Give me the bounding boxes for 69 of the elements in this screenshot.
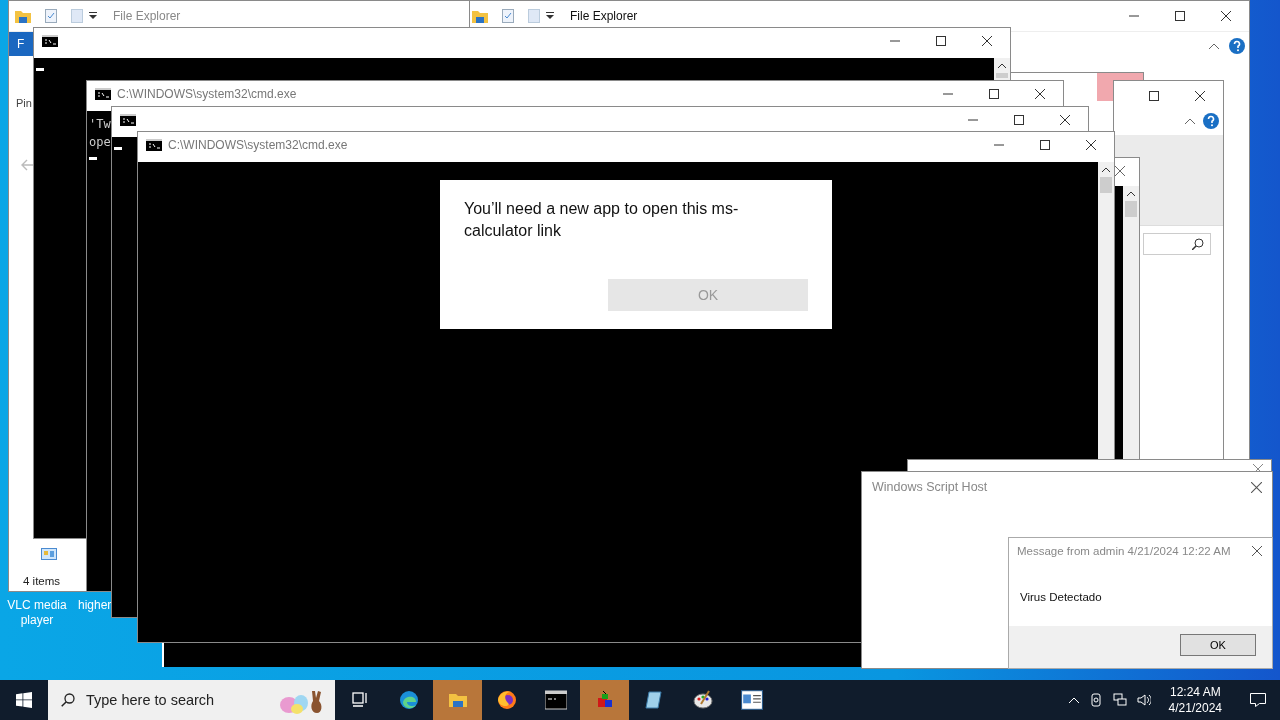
- window-title: C:\WINDOWS\system32\cmd.exe: [168, 138, 348, 152]
- window-icon: [740, 690, 763, 710]
- globe-icon: [495, 690, 518, 710]
- text-cursor: [36, 68, 44, 71]
- palette-icon: [691, 690, 714, 710]
- close-icon[interactable]: [1221, 11, 1231, 21]
- search-icon: [61, 693, 75, 707]
- text-cursor: [89, 157, 97, 160]
- window-title: Windows Script Host: [872, 480, 988, 494]
- status-bar-text: 4 items: [23, 575, 61, 587]
- speaker-icon[interactable]: [1136, 693, 1151, 707]
- close-icon[interactable]: [1115, 166, 1125, 176]
- maximize-icon[interactable]: [1175, 11, 1185, 21]
- text-cursor: [114, 147, 122, 150]
- scroll-thumb[interactable]: [1125, 201, 1137, 217]
- ribbon-label[interactable]: Pin: [16, 97, 32, 109]
- maximize-icon[interactable]: [1040, 140, 1050, 150]
- close-icon[interactable]: [1060, 115, 1070, 125]
- console-icon: [95, 88, 111, 100]
- checkmark-icon[interactable]: [45, 9, 57, 23]
- console-output: 'Tw: [89, 116, 111, 133]
- device-icon[interactable]: [1088, 693, 1103, 707]
- console-output: ope: [89, 134, 111, 151]
- close-icon[interactable]: [982, 36, 992, 46]
- scroll-thumb[interactable]: [996, 73, 1008, 78]
- notepad-icon: [642, 690, 665, 710]
- dropdown-icon[interactable]: [546, 12, 554, 20]
- help-icon[interactable]: [1229, 38, 1245, 54]
- close-icon[interactable]: [1251, 481, 1262, 493]
- scroll-up-icon[interactable]: [997, 63, 1007, 69]
- close-icon[interactable]: [1035, 89, 1045, 99]
- start-icon[interactable]: [16, 692, 32, 708]
- window-title: File Explorer: [570, 9, 638, 23]
- scroll-thumb[interactable]: [1100, 177, 1112, 193]
- ok-button[interactable]: OK: [1180, 634, 1256, 656]
- terminal-icon: [544, 690, 567, 710]
- close-icon[interactable]: [1086, 140, 1096, 150]
- folder-icon: [472, 9, 488, 23]
- dialog-message: You’ll need a new app to open this ms-calculator link: [464, 199, 740, 241]
- folder-icon: [15, 9, 31, 23]
- checkmark-icon[interactable]: [502, 9, 514, 23]
- maximize-icon[interactable]: [989, 89, 999, 99]
- browser-icon: [397, 690, 420, 710]
- console-icon: [146, 139, 162, 151]
- search-field[interactable]: [1143, 233, 1211, 255]
- file-tab[interactable]: F: [9, 32, 33, 56]
- notification-icon[interactable]: [1250, 693, 1266, 707]
- maximize-icon[interactable]: [1014, 115, 1024, 125]
- clock-date[interactable]: 4/21/2024: [1168, 700, 1222, 716]
- console-icon: [42, 35, 58, 47]
- network-icon[interactable]: [1112, 693, 1127, 707]
- maximize-icon[interactable]: [1149, 91, 1159, 101]
- close-icon[interactable]: [1195, 91, 1205, 101]
- help-icon[interactable]: [1203, 113, 1219, 129]
- clock-time[interactable]: 12:24 AM: [1169, 684, 1221, 700]
- window-title: C:\WINDOWS\system32\cmd.exe: [117, 87, 297, 101]
- message-text: Virus Detectado: [1020, 591, 1102, 603]
- search-icon: [1192, 238, 1204, 250]
- console-icon: [120, 114, 136, 126]
- search-field[interactable]: Type here to search: [86, 692, 246, 708]
- window-title: File Explorer: [113, 9, 181, 23]
- image-file-icon[interactable]: [41, 548, 57, 560]
- close-icon[interactable]: [1252, 546, 1262, 556]
- scroll-up-icon[interactable]: [1101, 167, 1111, 173]
- maximize-icon[interactable]: [936, 36, 946, 46]
- window-title: Message from admin 4/21/2024 12:22 AM: [1017, 545, 1231, 557]
- dropdown-icon[interactable]: [89, 12, 97, 20]
- scroll-up-icon[interactable]: [1126, 191, 1136, 197]
- back-arrow-icon[interactable]: [21, 159, 35, 171]
